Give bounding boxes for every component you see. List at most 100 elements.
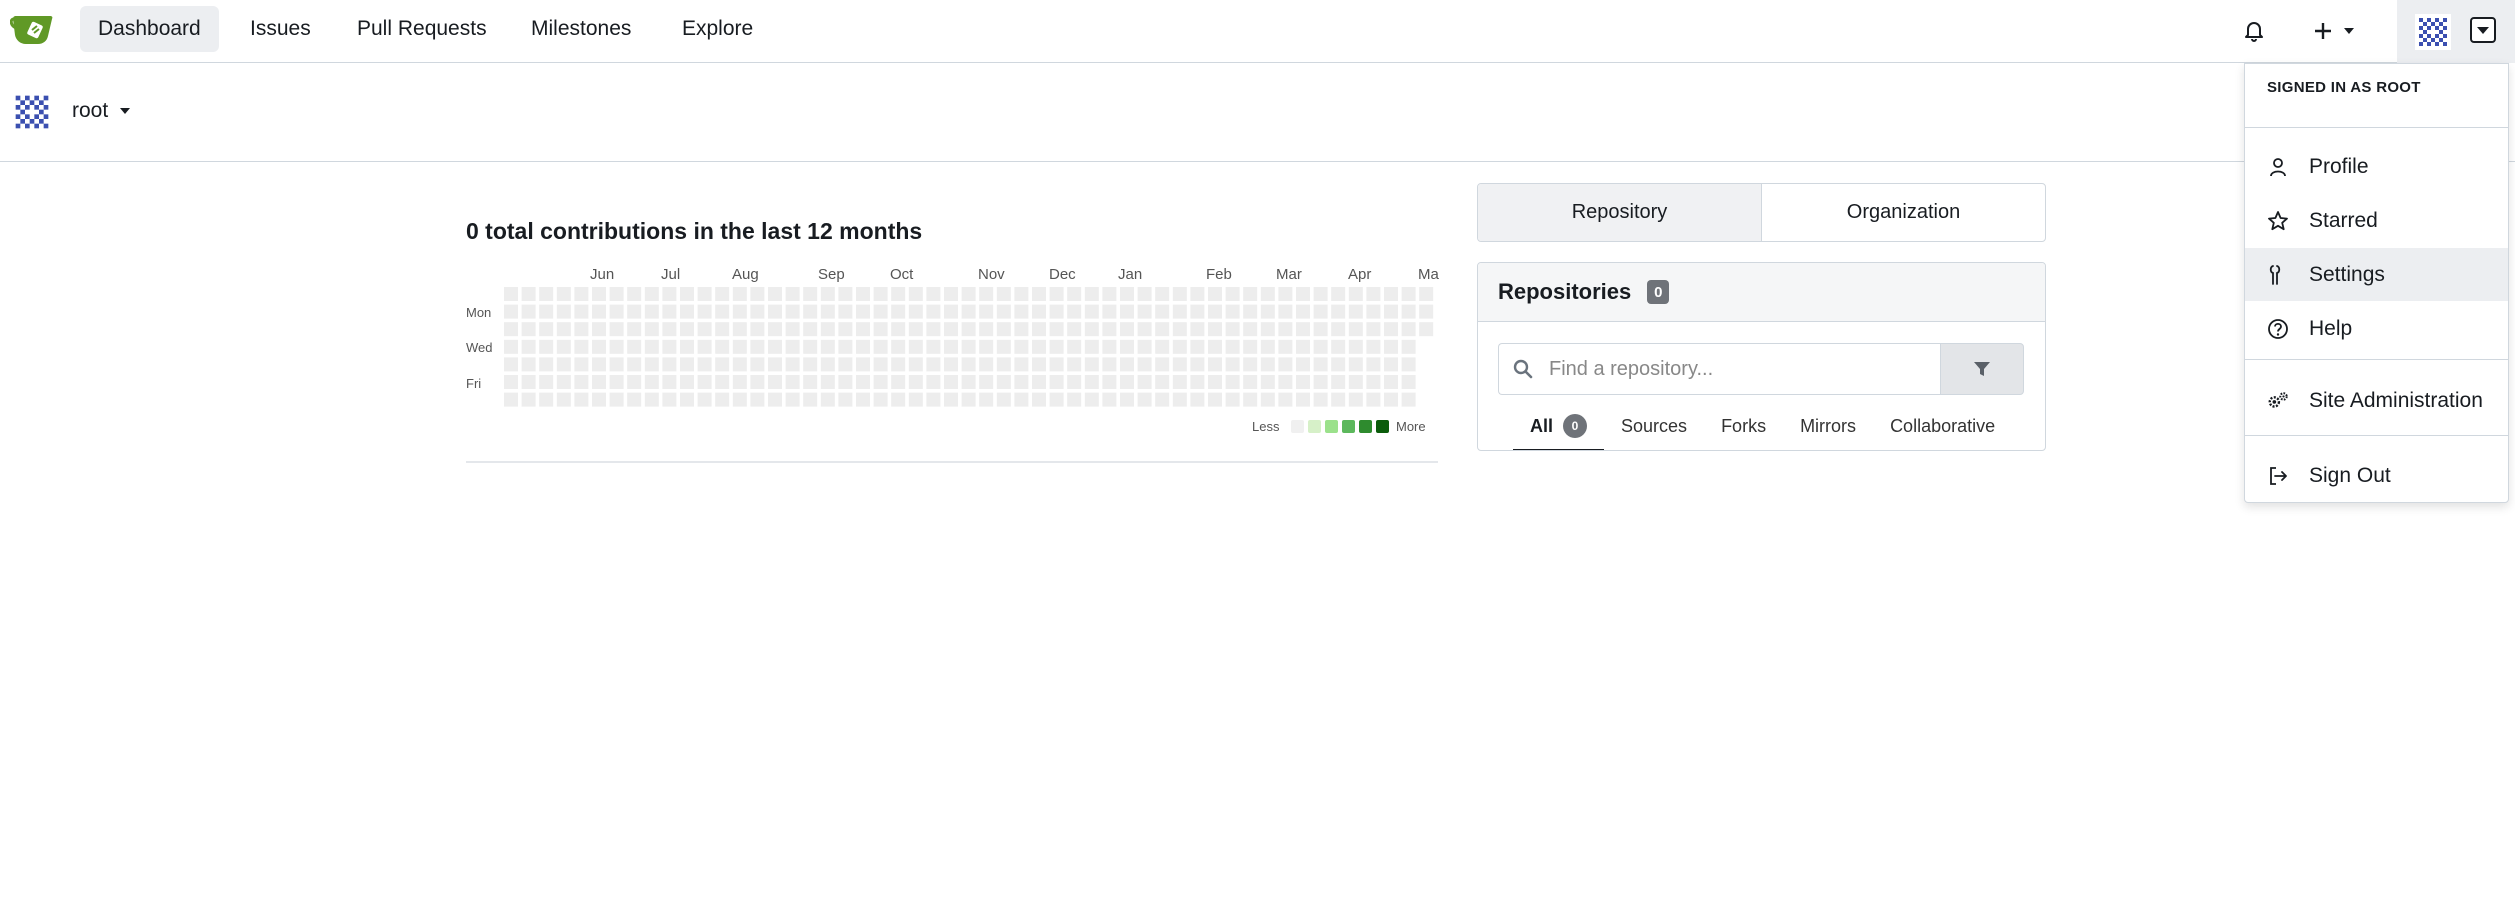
heatmap-cell <box>1243 392 1258 407</box>
heatmap-cell <box>1208 357 1222 372</box>
heatmap-cell <box>539 392 554 407</box>
heatmap-cell <box>627 392 642 407</box>
menu-item-settings[interactable]: Settings <box>2245 248 2508 301</box>
heatmap-cell <box>1331 339 1346 354</box>
heatmap-cell <box>644 375 659 389</box>
subtab-forks[interactable]: Forks <box>1704 403 1783 449</box>
heatmap-cell <box>1296 322 1310 337</box>
heatmap-cell <box>996 339 1011 354</box>
heatmap-cell <box>1102 287 1117 301</box>
heatmap-cell <box>1032 375 1046 389</box>
heatmap-cell <box>891 357 906 372</box>
heatmap-cell <box>1296 392 1310 407</box>
heatmap-cell <box>1190 322 1205 337</box>
nav-explore[interactable]: Explore <box>664 6 771 52</box>
create-new-button[interactable] <box>2312 12 2356 50</box>
heatmap-month-label: Jun <box>590 266 615 283</box>
context-avatar <box>11 91 53 133</box>
menu-item-starred[interactable]: Starred <box>2245 194 2508 247</box>
heatmap-cell <box>609 357 624 372</box>
heatmap-cell <box>996 392 1011 407</box>
heatmap-cell <box>873 375 888 389</box>
heatmap-cell <box>1067 392 1082 407</box>
filter-button[interactable] <box>1940 343 2024 395</box>
dashboard-context-bar: root <box>0 63 2515 162</box>
heatmap-cell <box>1366 322 1381 337</box>
heatmap-cell <box>750 339 765 354</box>
subtab-mirrors[interactable]: Mirrors <box>1783 403 1873 449</box>
heatmap-cell <box>838 287 853 301</box>
heatmap-cell <box>521 322 536 337</box>
menu-item-sign-out[interactable]: Sign Out <box>2245 449 2508 502</box>
heatmap-cell <box>680 322 694 337</box>
heatmap-cell <box>732 357 747 372</box>
menu-item-site-administration[interactable]: Site Administration <box>2245 374 2508 427</box>
heatmap-cell <box>944 375 958 389</box>
heatmap-cell <box>1348 392 1363 407</box>
repo-search-input[interactable] <box>1547 356 1931 382</box>
repo-filter-tabs: All 0 Sources Forks Mirrors Collaborativ… <box>1513 403 2012 450</box>
heatmap-grid <box>504 287 1434 407</box>
heatmap-cell <box>1313 357 1328 372</box>
heatmap-cell <box>1190 375 1205 389</box>
menu-item-help[interactable]: Help <box>2245 302 2508 355</box>
heatmap-cell <box>1366 287 1381 301</box>
heatmap-cell <box>1032 357 1046 372</box>
heatmap-cell <box>838 357 853 372</box>
heatmap-cell <box>1260 287 1275 301</box>
user-menu-button[interactable] <box>2397 0 2515 63</box>
context-username: root <box>72 99 109 122</box>
heatmap-cell <box>926 322 941 337</box>
heatmap-cell <box>961 375 976 389</box>
menu-item-profile[interactable]: Profile <box>2245 140 2508 193</box>
app-logo[interactable] <box>9 10 56 50</box>
heatmap-cell <box>1067 322 1082 337</box>
tools-icon <box>2269 264 2281 285</box>
heatmap-cell <box>1260 304 1275 319</box>
heatmap-cell <box>873 357 888 372</box>
nav-dashboard[interactable]: Dashboard <box>80 6 219 52</box>
heatmap-cell <box>556 287 571 301</box>
heatmap-cell <box>891 392 906 407</box>
menu-item-label: Profile <box>2309 154 2369 178</box>
heatmap-cell <box>1366 304 1381 319</box>
heatmap-cell <box>627 287 642 301</box>
tab-organization[interactable]: Organization <box>1762 184 2045 241</box>
heatmap-cell <box>768 322 782 337</box>
heatmap-cell <box>1208 322 1222 337</box>
heatmap-cell <box>979 322 994 337</box>
heatmap-cell <box>539 375 554 389</box>
context-switcher[interactable]: root <box>72 99 132 123</box>
heatmap-cell <box>1172 322 1187 337</box>
subtab-sources[interactable]: Sources <box>1604 403 1704 449</box>
heatmap-cell <box>908 375 923 389</box>
heatmap-cell <box>1331 357 1346 372</box>
heatmap-cell <box>1155 287 1170 301</box>
notifications-button[interactable] <box>2242 12 2266 50</box>
subtab-collaborative[interactable]: Collaborative <box>1873 403 2012 449</box>
heatmap-cell <box>521 375 536 389</box>
heatmap-cell <box>1172 357 1187 372</box>
heatmap-cell <box>1155 304 1170 319</box>
heatmap-cell <box>996 375 1011 389</box>
heatmap-cell <box>1331 287 1346 301</box>
heatmap-cell <box>1137 322 1152 337</box>
heatmap-cell <box>697 339 712 354</box>
nav-pull-requests[interactable]: Pull Requests <box>339 6 505 52</box>
subtab-all[interactable]: All 0 <box>1513 403 1605 450</box>
sign-out-icon <box>2270 466 2287 485</box>
nav-issues[interactable]: Issues <box>232 6 329 52</box>
heatmap-cell <box>1401 357 1416 372</box>
heatmap-cell <box>680 392 694 407</box>
heatmap-cell <box>979 304 994 319</box>
heatmap-cell <box>521 304 536 319</box>
nav-milestones[interactable]: Milestones <box>513 6 649 52</box>
heatmap-cell <box>1384 304 1398 319</box>
heatmap-cell <box>1313 339 1328 354</box>
heatmap-cell <box>750 287 765 301</box>
tab-repository[interactable]: Repository <box>1478 184 1762 241</box>
heatmap-cell <box>1137 392 1152 407</box>
heatmap-cell <box>803 357 818 372</box>
heatmap-cell <box>926 339 941 354</box>
heatmap-cell <box>891 322 906 337</box>
